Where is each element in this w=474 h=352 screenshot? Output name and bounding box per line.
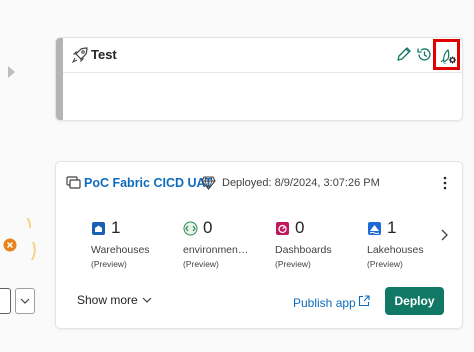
stage-name-link[interactable]: PoC Fabric CICD UAT	[84, 176, 212, 190]
test-stage-header: Test	[63, 38, 462, 73]
deployment-warning-icon	[0, 218, 36, 260]
collapse-chevron-icon[interactable]	[8, 66, 15, 78]
publish-app-link[interactable]: Publish app	[293, 296, 356, 310]
test-stage-card: Test	[56, 38, 462, 120]
item-count: 0	[295, 218, 305, 237]
history-icon[interactable]	[416, 46, 433, 63]
deploy-settings-icon[interactable]	[440, 48, 457, 65]
item-preview-tag: (Preview)	[183, 259, 219, 269]
more-options-icon[interactable]	[440, 175, 450, 191]
item-preview-tag: (Preview)	[367, 259, 403, 269]
deployed-timestamp: Deployed: 8/9/2024, 3:07:26 PM	[222, 177, 380, 189]
deploy-button[interactable]: Deploy	[385, 287, 444, 315]
edit-icon[interactable]	[395, 46, 412, 63]
item-label: Dashboards	[275, 244, 332, 256]
item-count: 1	[387, 218, 397, 237]
warehouse-icon	[92, 222, 105, 235]
open-external-icon[interactable]	[358, 295, 370, 307]
workspace-icon	[66, 176, 81, 189]
chevron-down-icon	[20, 298, 30, 304]
item-preview-tag: (Preview)	[275, 259, 311, 269]
chevron-down-icon[interactable]	[142, 296, 152, 304]
show-more-button[interactable]: Show more	[77, 293, 138, 307]
dashboard-icon	[276, 222, 289, 235]
stage-title: Test	[91, 47, 117, 62]
item-label: Warehouses	[91, 244, 150, 256]
environment-icon	[183, 221, 198, 236]
item-count: 0	[203, 218, 213, 237]
compare-button[interactable]	[0, 288, 11, 314]
uat-stage-card: PoC Fabric CICD UAT Deployed: 8/9/2024, …	[56, 162, 462, 328]
rocket-icon	[72, 47, 88, 63]
item-label: Lakehouses	[367, 244, 424, 256]
highlight-box	[433, 39, 460, 70]
stage-accent-bar	[56, 38, 63, 120]
lakehouse-icon	[368, 222, 381, 235]
dropdown-button[interactable]	[15, 288, 35, 314]
item-count: 1	[111, 218, 121, 237]
item-label: environmen…	[183, 244, 249, 256]
chevron-right-icon[interactable]	[440, 229, 448, 241]
premium-diamond-icon	[201, 176, 216, 190]
item-preview-tag: (Preview)	[91, 259, 127, 269]
